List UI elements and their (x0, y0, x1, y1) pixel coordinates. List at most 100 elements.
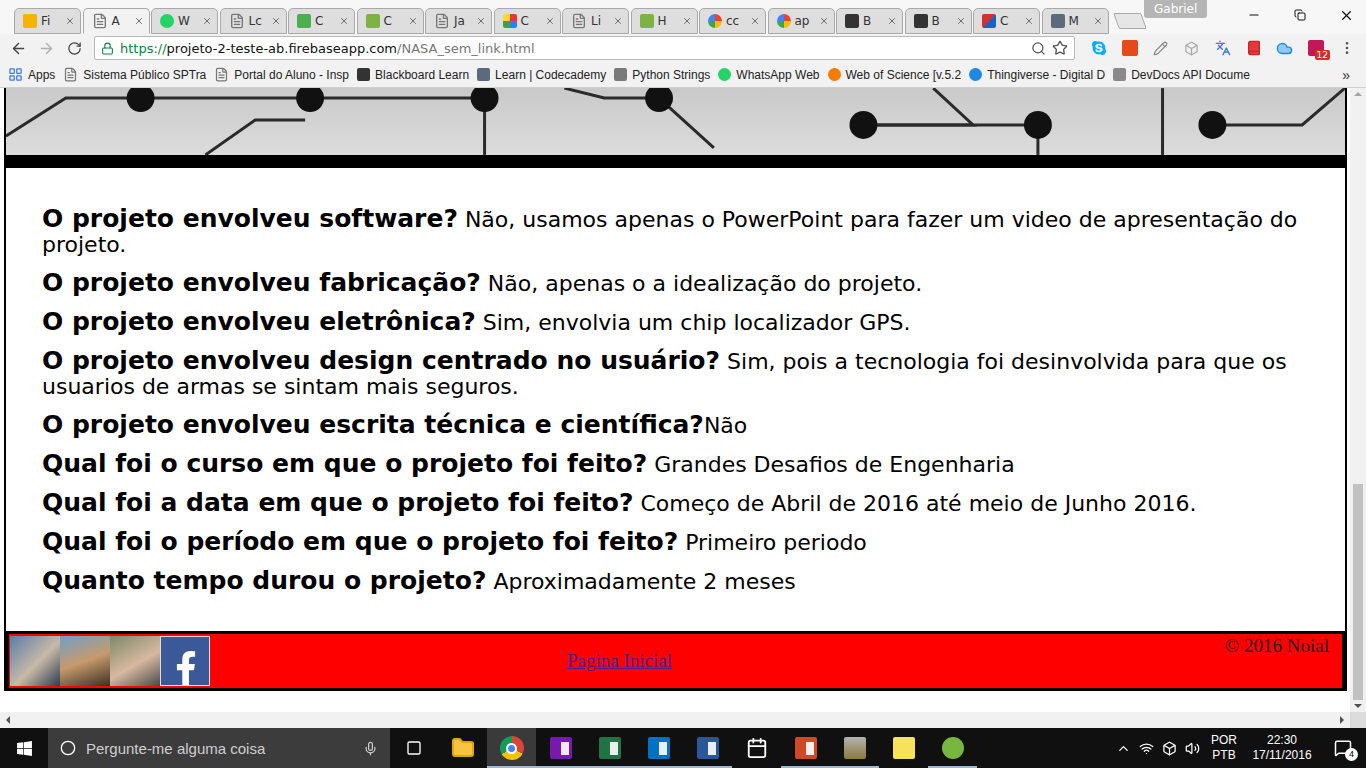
network[interactable] (1135, 728, 1158, 768)
browser-tab[interactable]: Lc (220, 8, 287, 34)
close-icon[interactable] (956, 16, 966, 26)
start-button[interactable] (0, 728, 48, 768)
vertical-scrollbar[interactable] (1350, 88, 1366, 712)
profile-photo[interactable] (110, 636, 160, 686)
close-icon[interactable] (750, 16, 760, 26)
extension-button[interactable] (1176, 36, 1207, 60)
close-icon[interactable] (613, 16, 623, 26)
browser-tab[interactable]: Fi (14, 8, 81, 34)
browser-tab[interactable]: B (836, 8, 903, 34)
close-icon[interactable] (887, 16, 897, 26)
extension-button[interactable] (1083, 36, 1114, 60)
bookmark[interactable]: Thingiverse - Digital D (969, 68, 1105, 82)
action-center[interactable]: 4 (1320, 728, 1366, 768)
taskbar-app[interactable] (536, 728, 585, 768)
close-icon[interactable] (682, 16, 692, 26)
taskbar-app[interactable] (928, 728, 977, 768)
facebook-link[interactable] (160, 636, 210, 686)
mic-icon[interactable] (363, 741, 378, 756)
browser-tab[interactable]: Ja (425, 8, 492, 34)
scroll-track[interactable] (16, 717, 1334, 723)
search-box[interactable]: Pergunte-me alguma coisa (48, 728, 390, 768)
bookmark[interactable]: Python Strings (614, 68, 710, 82)
back-button[interactable] (4, 36, 32, 60)
browser-tab[interactable]: W (151, 8, 218, 34)
taskbar-app[interactable] (585, 728, 634, 768)
star-icon[interactable] (1052, 40, 1068, 56)
zoom-icon[interactable] (1031, 41, 1046, 56)
taskbar-app[interactable] (487, 728, 536, 768)
extension-button[interactable] (1269, 36, 1300, 60)
close-button[interactable] (1323, 0, 1366, 30)
reload-button[interactable] (60, 36, 88, 60)
new-tab-button[interactable] (1113, 13, 1147, 29)
task-view-button[interactable] (390, 728, 438, 768)
taskbar-app[interactable] (634, 728, 683, 768)
bookmark[interactable]: Apps (8, 67, 55, 82)
close-icon[interactable] (65, 16, 75, 26)
menu-button[interactable] (1331, 36, 1362, 60)
close-icon[interactable] (202, 16, 212, 26)
extension-button[interactable] (1114, 36, 1145, 60)
browser-tab[interactable]: M (1042, 8, 1109, 34)
scroll-down-icon[interactable] (1354, 704, 1362, 708)
browser-tab[interactable]: cc (699, 8, 766, 34)
close-icon[interactable] (545, 16, 555, 26)
profile-photo[interactable] (60, 636, 110, 686)
bookmark[interactable]: Blackboard Learn (357, 68, 469, 82)
close-icon[interactable] (1024, 16, 1034, 26)
address-bar[interactable]: https://projeto-2-teste-ab.firebaseapp.c… (94, 36, 1075, 60)
close-icon[interactable] (339, 16, 349, 26)
horizontal-scrollbar[interactable] (0, 712, 1366, 728)
bookmark[interactable]: Learn | Codecademy (477, 68, 606, 82)
close-icon[interactable] (134, 16, 144, 26)
office-icon (1122, 40, 1138, 56)
browser-tab[interactable]: ap (768, 8, 835, 34)
close-icon[interactable] (271, 16, 281, 26)
browser-tab[interactable]: B (905, 8, 972, 34)
taskbar-app[interactable] (732, 728, 781, 768)
volume[interactable] (1181, 728, 1204, 768)
extension-button[interactable] (1238, 36, 1269, 60)
browser-tab[interactable]: C (288, 8, 355, 34)
browser-tab[interactable]: C (494, 8, 561, 34)
scroll-thumb[interactable] (1353, 484, 1363, 700)
bookmark[interactable]: Portal do Aluno - Insp (214, 67, 349, 82)
scroll-right-icon[interactable] (1340, 716, 1344, 724)
bookmarks-more[interactable]: » (1334, 67, 1358, 83)
taskbar-app[interactable] (683, 728, 732, 768)
extension-button[interactable] (1207, 36, 1238, 60)
browser-tab[interactable]: H (631, 8, 698, 34)
browser-tab[interactable]: C (973, 8, 1040, 34)
taskbar-app[interactable] (781, 728, 830, 768)
profile-button[interactable]: Gabriel (1144, 0, 1207, 18)
clock[interactable]: 22:3017/11/2016 (1244, 733, 1320, 763)
browser-tab[interactable]: A (83, 8, 150, 34)
scroll-up-icon[interactable] (1354, 92, 1362, 96)
close-icon[interactable] (819, 16, 829, 26)
input-language[interactable]: PORPTB (1204, 733, 1244, 763)
dropbox[interactable] (1158, 728, 1181, 768)
taskbar-app[interactable] (830, 728, 879, 768)
bookmark[interactable]: Web of Science [v.5.2 (828, 68, 962, 82)
taskbar-app[interactable] (438, 728, 487, 768)
tray-expand[interactable] (1112, 728, 1135, 768)
taskbar-app[interactable] (879, 728, 928, 768)
minimize-button[interactable] (1231, 0, 1277, 30)
home-link[interactable]: Pagina Inicial (567, 650, 672, 672)
close-icon[interactable] (1093, 16, 1103, 26)
browser-tab[interactable]: C (357, 8, 424, 34)
browser-tab[interactable]: Li (562, 8, 629, 34)
extension-button[interactable] (1145, 36, 1176, 60)
bookmark[interactable]: DevDocs API Docume (1113, 68, 1250, 82)
close-icon[interactable] (476, 16, 486, 26)
scroll-track[interactable] (1350, 96, 1366, 704)
restore-button[interactable] (1277, 0, 1323, 30)
forward-button[interactable] (32, 36, 60, 60)
extension-button[interactable]: 12 (1300, 36, 1331, 60)
bookmark[interactable]: Sistema Público SPTra (63, 67, 206, 82)
scroll-left-icon[interactable] (6, 716, 10, 724)
close-icon[interactable] (408, 16, 418, 26)
profile-photo[interactable] (10, 636, 60, 686)
bookmark[interactable]: WhatsApp Web (718, 68, 819, 82)
